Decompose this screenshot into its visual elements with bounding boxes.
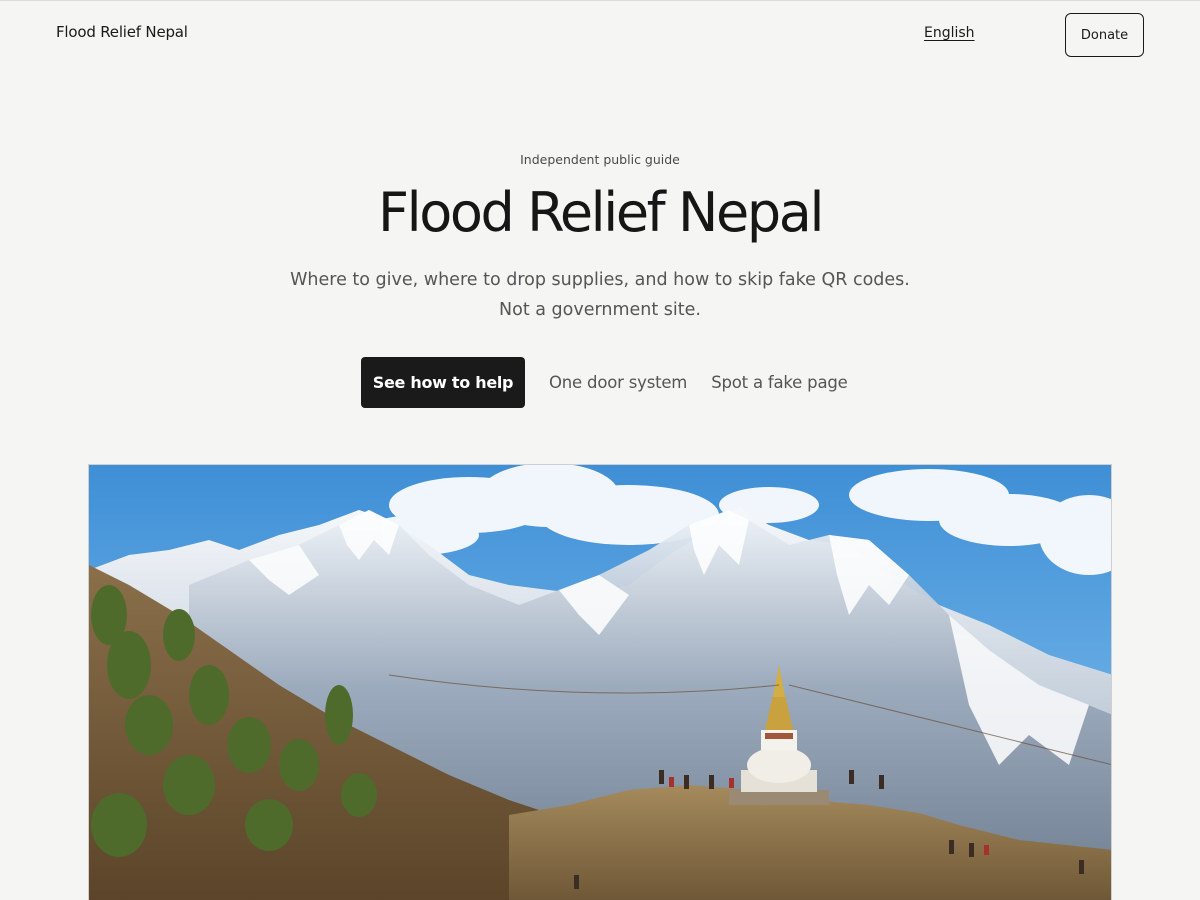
site-brand[interactable]: Flood Relief Nepal — [56, 23, 188, 41]
hero-subtitle: Where to give, where to drop supplies, a… — [290, 270, 910, 320]
page: Flood Relief Nepal English Donate Indepe… — [0, 0, 1200, 900]
hero-title: Flood Relief Nepal — [377, 181, 824, 244]
one-door-system-link[interactable]: One door system — [549, 373, 687, 392]
hero-image — [88, 464, 1112, 900]
language-selector[interactable]: English — [924, 25, 975, 41]
see-how-to-help-button[interactable]: See how to help — [361, 357, 525, 408]
hero-eyebrow: Independent public guide — [520, 152, 680, 167]
hero-cta-row: See how to help One door system Spot a f… — [361, 357, 848, 408]
spot-fake-page-link[interactable]: Spot a fake page — [711, 373, 848, 392]
donate-button[interactable]: Donate — [1065, 13, 1144, 57]
